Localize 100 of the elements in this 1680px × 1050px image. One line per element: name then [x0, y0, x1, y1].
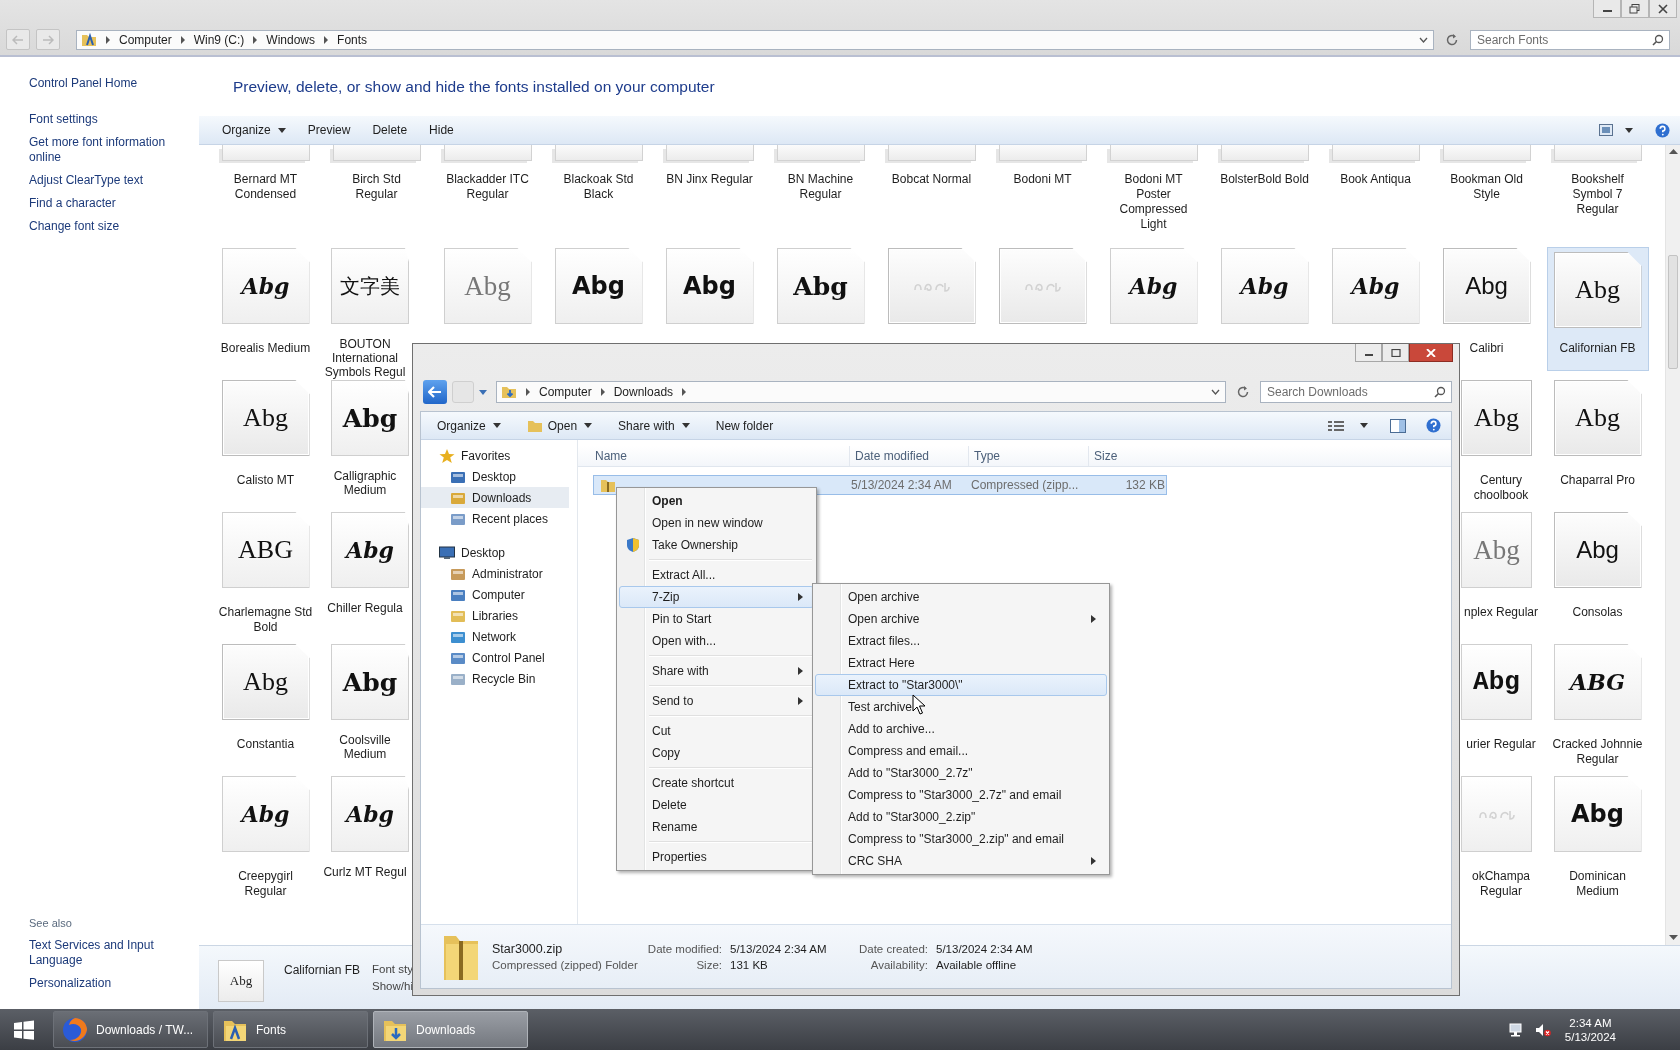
address-bar[interactable]: Computer Win9 (C:) Windows Fonts — [76, 29, 1434, 50]
address-bar[interactable]: Computer Downloads — [496, 381, 1226, 403]
breadcrumb[interactable]: Computer — [539, 385, 592, 399]
chevron-down-icon[interactable] — [1211, 389, 1220, 395]
font-item[interactable]: Abg — [1331, 248, 1420, 324]
scroll-down-icon[interactable] — [1668, 935, 1678, 941]
font-tile[interactable] — [1331, 145, 1420, 161]
search-field[interactable]: Search Downloads — [1260, 381, 1452, 403]
font-item[interactable]: Abg — [665, 248, 754, 324]
view-icon[interactable] — [1328, 419, 1344, 432]
font-item[interactable]: Abg — [554, 248, 643, 324]
nav-item[interactable]: Control Panel — [421, 647, 569, 668]
menu-item[interactable]: Extract Here — [815, 652, 1107, 674]
font-item[interactable]: 文字美 BOUTON International Symbols Regul — [321, 248, 409, 379]
font-tile[interactable] — [332, 145, 421, 161]
menu-item[interactable]: 7-Zip — [619, 586, 814, 608]
menu-item[interactable]: Add to "Star3000_2.7z" — [815, 762, 1107, 784]
sidebar-link[interactable]: Text Services and Input Language — [29, 938, 189, 968]
refresh-icon[interactable] — [1445, 32, 1459, 47]
breadcrumb[interactable]: Fonts — [337, 32, 368, 47]
menu-item[interactable]: Copy — [619, 742, 814, 764]
font-item[interactable]: Abg — [443, 248, 532, 324]
column-header[interactable]: Type — [969, 446, 1089, 466]
menu-item[interactable]: Extract to "Star3000\" — [815, 674, 1107, 696]
font-item[interactable]: ABG Charlemagne Std Bold — [217, 512, 314, 635]
font-item[interactable]: Abg — [1220, 248, 1309, 324]
refresh-icon[interactable] — [1236, 385, 1250, 399]
menu-item[interactable]: Open with... — [619, 630, 814, 652]
font-tile[interactable] — [887, 145, 976, 161]
menu-item[interactable]: Add to archive... — [815, 718, 1107, 740]
breadcrumb[interactable]: Windows — [266, 32, 316, 47]
scroll-thumb[interactable] — [1668, 255, 1678, 369]
font-tile[interactable] — [1553, 145, 1642, 161]
sidebar-link[interactable]: Get more font information online — [29, 135, 189, 165]
font-item[interactable]: Abg Calibri — [1438, 248, 1535, 356]
sidebar-link[interactable]: Control Panel Home — [29, 76, 189, 91]
toolbar-button[interactable]: Preview — [299, 120, 359, 140]
font-item[interactable]: Abg urier Regular — [1461, 644, 1541, 752]
menu-item[interactable]: Pin to Start — [619, 608, 814, 630]
scrollbar[interactable] — [1665, 145, 1680, 945]
font-item[interactable]: Abg Creepygirl Regular — [217, 776, 314, 899]
font-item[interactable]: Abg Constantia — [217, 644, 314, 752]
font-tile[interactable] — [776, 145, 865, 161]
chevron-down-icon[interactable] — [1419, 36, 1428, 43]
font-item[interactable]: Abg Californian FB — [1547, 248, 1648, 370]
menu-item[interactable]: Open archive — [815, 586, 1107, 608]
toolbar-button[interactable]: Organize — [429, 415, 509, 436]
close-button[interactable] — [1409, 344, 1453, 362]
toolbar-button[interactable]: Organize — [214, 120, 294, 140]
taskbar-button[interactable]: Fonts — [213, 1011, 368, 1048]
menu-item[interactable]: Extract files... — [815, 630, 1107, 652]
sidebar-link[interactable]: Font settings — [29, 112, 189, 127]
toolbar-button[interactable]: Hide — [421, 120, 462, 140]
menu-item[interactable]: Open archive — [815, 608, 1107, 630]
breadcrumb[interactable]: Win9 (C:) — [193, 32, 245, 47]
sidebar-link[interactable]: Personalization — [29, 976, 189, 991]
font-tile[interactable] — [1220, 145, 1309, 161]
toolbar-button[interactable]: Open — [518, 415, 601, 436]
clock[interactable]: 2:34 AM 5/13/2024 — [1564, 1016, 1616, 1043]
menu-item[interactable]: Create shortcut — [619, 772, 814, 794]
font-item[interactable]: Abg Consolas — [1549, 512, 1646, 620]
font-item[interactable]: Abg nplex Regular — [1461, 512, 1541, 620]
font-item[interactable]: Abg — [1109, 248, 1198, 324]
menu-item[interactable]: Compress to "Star3000_2.7z" and email — [815, 784, 1107, 806]
menu-item[interactable]: Open in new window — [619, 512, 814, 534]
toolbar-button[interactable]: Share with — [610, 415, 698, 436]
sidebar-link[interactable]: Adjust ClearType text — [29, 173, 189, 188]
caret-icon[interactable] — [1360, 423, 1368, 428]
help-icon[interactable] — [1426, 418, 1441, 433]
font-tile[interactable] — [221, 145, 310, 161]
breadcrumb[interactable]: Downloads — [613, 385, 674, 399]
nav-item[interactable]: Favorites — [421, 445, 569, 466]
network-icon[interactable] — [1508, 1022, 1525, 1037]
menu-item[interactable]: CRC SHA — [815, 850, 1107, 872]
menu-item[interactable]: Compress to "Star3000_2.zip" and email — [815, 828, 1107, 850]
preview-pane-icon[interactable] — [1390, 418, 1406, 433]
menu-item[interactable]: Compress and email... — [815, 740, 1107, 762]
search-icon[interactable] — [1434, 386, 1446, 398]
view-icon[interactable] — [1599, 124, 1613, 136]
font-item[interactable]: ABG Cracked Johnnie Regular — [1549, 644, 1646, 767]
column-header[interactable]: Name — [578, 446, 850, 466]
minimize-button[interactable] — [1355, 344, 1382, 362]
nav-item[interactable]: Computer — [421, 584, 569, 605]
font-item[interactable]: Abg Curlz MT Regul — [321, 776, 409, 879]
back-button[interactable] — [423, 380, 447, 404]
font-item[interactable]: Abg Chiller Regula — [321, 512, 409, 615]
font-item[interactable]: Abg Calligraphic Medium — [321, 380, 409, 497]
search-field[interactable]: Search Fonts — [1470, 29, 1670, 50]
search-icon[interactable] — [1652, 33, 1664, 46]
nav-item[interactable]: Recycle Bin — [421, 668, 569, 689]
minimize-button[interactable] — [1593, 0, 1621, 18]
caret-icon[interactable] — [1625, 127, 1633, 133]
toolbar-button[interactable]: New folder — [707, 415, 782, 436]
menu-item[interactable]: Rename — [619, 816, 814, 838]
menu-item[interactable]: Test archive — [815, 696, 1107, 718]
font-item[interactable]: Abg Century choolbook — [1461, 380, 1541, 503]
maximize-button[interactable] — [1382, 344, 1409, 362]
nav-item[interactable]: Network — [421, 626, 569, 647]
menu-item[interactable]: Delete — [619, 794, 814, 816]
breadcrumb[interactable]: Computer — [119, 32, 172, 47]
